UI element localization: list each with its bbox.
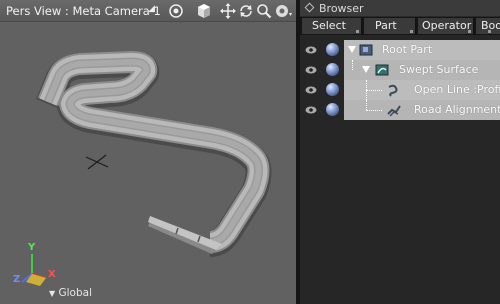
zoom-icon[interactable] (255, 2, 273, 20)
tree-label: Root Part (382, 43, 433, 56)
dropdown-arrow-icon: ▼ (49, 289, 56, 298)
tree-row-swept-surface[interactable]: Swept Surface (300, 60, 500, 80)
material-ball-icon[interactable] (326, 43, 339, 56)
viewport-panel[interactable]: Pers View : Meta Camera 1 ◢ Y Z X ▼ Glob… (0, 0, 296, 304)
axis-x-letter: X (48, 269, 56, 280)
viewport-title[interactable]: Pers View : Meta Camera 1 (6, 4, 161, 18)
display-mode-icon[interactable] (167, 2, 185, 20)
pivot-marker (85, 154, 109, 170)
menu-boo[interactable]: Boo (476, 18, 500, 34)
tree-row-open-line[interactable]: Open Line :Profil (300, 80, 500, 100)
menu-label: Part (375, 19, 397, 32)
cube-icon[interactable] (195, 2, 213, 20)
browser-tree: Root Part Swept Surface Open Line:Profi… (300, 37, 500, 127)
menu-label: Operator (422, 19, 472, 32)
visibility-eye-icon[interactable] (305, 106, 317, 114)
browser-panel: Browser Select Part Operator Boo Root Pa… (300, 0, 500, 304)
pan-icon[interactable] (219, 2, 237, 20)
curve-icon (386, 82, 402, 98)
part-icon (358, 42, 374, 58)
material-ball-icon[interactable] (326, 63, 339, 76)
material-ball-icon[interactable] (326, 103, 339, 116)
collapse-diamond-icon[interactable] (304, 2, 315, 13)
surface-icon (374, 62, 390, 78)
expand-arrow-icon[interactable] (348, 46, 356, 53)
browser-header: Browser (300, 0, 500, 17)
expand-arrow-icon[interactable] (362, 66, 370, 73)
axis-gizmo (21, 254, 47, 286)
settings-icon[interactable] (274, 2, 292, 20)
3d-canvas[interactable]: Y Z X (0, 22, 296, 304)
menu-select[interactable]: Select (302, 18, 362, 34)
viewport-header: Pers View : Meta Camera 1 ◢ (0, 0, 296, 22)
menu-operator[interactable]: Operator (418, 18, 474, 34)
view-dropdown-icon[interactable]: ◢ (148, 4, 155, 14)
menu-part[interactable]: Part (364, 18, 416, 34)
coordinate-system-dropdown[interactable]: ▼ Global (49, 287, 92, 299)
visibility-eye-icon[interactable] (305, 46, 317, 54)
coordinate-system-label: Global (58, 287, 93, 299)
visibility-eye-icon[interactable] (305, 66, 317, 74)
axis-y-letter: Y (28, 242, 36, 253)
tree-label: Open Line :Profil (414, 83, 500, 96)
alignment-icon (386, 102, 402, 118)
browser-menubar: Select Part Operator Boo (300, 17, 500, 35)
material-ball-icon[interactable] (326, 83, 339, 96)
menu-label: Select (312, 19, 346, 32)
visibility-eye-icon[interactable] (305, 86, 317, 94)
tree-row-road-alignment[interactable]: Road Alignment (300, 100, 500, 120)
tree-row-root-part[interactable]: Root Part (300, 40, 500, 60)
axis-z-letter: Z (13, 274, 21, 285)
rotate-icon[interactable] (237, 2, 255, 20)
browser-title: Browser (319, 2, 364, 15)
tree-label: Swept Surface (399, 63, 479, 76)
tree-label: Road Alignment (414, 103, 500, 116)
